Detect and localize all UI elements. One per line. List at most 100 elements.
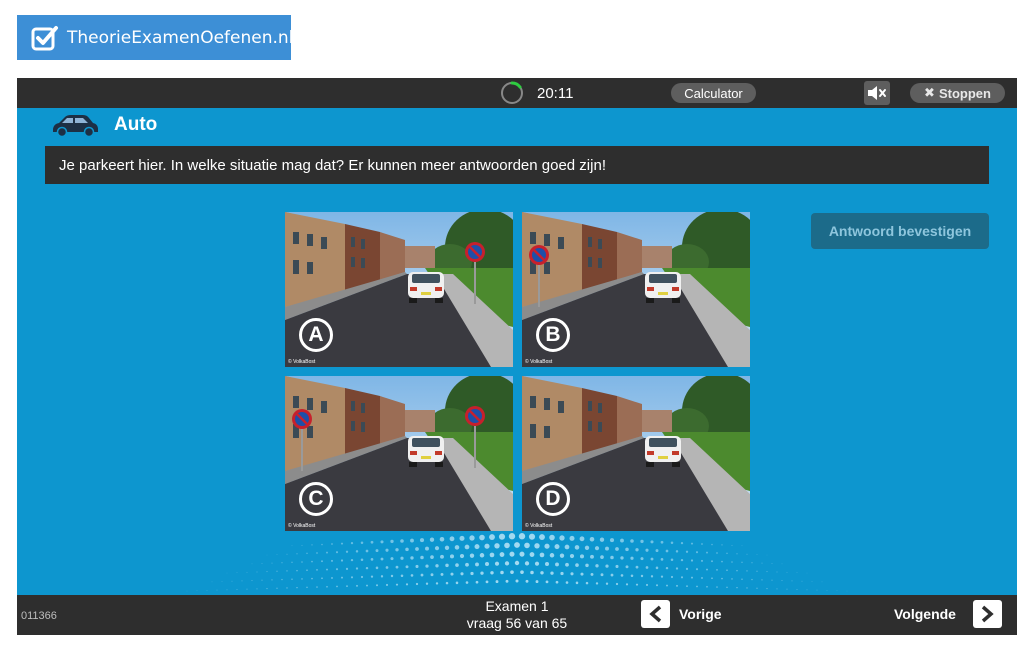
decorative-dot: [469, 535, 475, 541]
decorative-dot: [435, 564, 439, 568]
decorative-dot-pattern: [186, 533, 848, 592]
decorative-dot: [380, 557, 384, 561]
decorative-dot: [350, 542, 354, 545]
decorative-dot: [196, 590, 198, 592]
decorative-dot: [666, 584, 668, 587]
decorative-dot: [711, 577, 713, 580]
decorative-dot: [494, 561, 500, 566]
decorative-dot: [419, 538, 425, 543]
decorative-dot: [301, 544, 303, 546]
decorative-dot: [701, 577, 703, 579]
previous-button[interactable]: Vorige: [641, 600, 722, 628]
timer: 20:11: [537, 85, 574, 102]
decorative-dot: [590, 572, 594, 576]
decorative-dot: [691, 576, 693, 579]
decorative-dot: [321, 560, 323, 563]
decorative-dot: [355, 567, 359, 570]
decorative-dot: [311, 544, 313, 546]
decorative-dot: [605, 564, 609, 568]
decorative-dot: [226, 572, 228, 574]
decorative-dot: [465, 562, 469, 567]
decorative-dot: [721, 560, 723, 563]
decorative-dot: [706, 551, 708, 554]
decorative-dot: [569, 553, 575, 559]
answer-option-d[interactable]: D © VolkaBost: [522, 376, 750, 531]
decorative-dot: [286, 587, 288, 589]
decorative-dot: [500, 570, 504, 575]
decorative-dot: [741, 578, 743, 580]
decorative-dot: [306, 552, 308, 555]
decorative-dot: [475, 562, 479, 567]
decorative-dot: [301, 578, 303, 580]
decorative-dot: [355, 550, 359, 553]
decorative-dot: [660, 575, 664, 578]
decorative-dot: [420, 573, 424, 577]
decorative-dot: [534, 561, 540, 566]
decorative-dot: [564, 544, 570, 550]
decorative-dot: [600, 555, 604, 559]
category-header: Auto: [51, 112, 157, 138]
decorative-dot: [716, 586, 718, 588]
chevron-left-icon: [641, 600, 670, 628]
stop-button[interactable]: ✖ Stoppen: [910, 83, 1005, 103]
decorative-dot: [519, 551, 525, 557]
decorative-dot: [741, 561, 743, 564]
decorative-dot: [711, 560, 713, 563]
answer-option-c[interactable]: C © VolkaBost: [285, 376, 513, 531]
top-bar: 20:11 Calculator ✖ Stoppen: [17, 78, 1017, 108]
decorative-dot: [455, 581, 459, 585]
decorative-dot: [535, 580, 539, 584]
decorative-dot: [806, 589, 808, 591]
decorative-dot: [281, 578, 283, 581]
answer-option-b[interactable]: B © VolkaBost: [522, 212, 750, 367]
decorative-dot: [620, 556, 624, 560]
decorative-dot: [499, 552, 505, 557]
decorative-dot: [726, 586, 728, 589]
decorative-dot: [550, 571, 554, 575]
decorative-dot: [530, 570, 534, 575]
decorative-dot: [640, 557, 644, 561]
decorative-dot: [766, 571, 768, 573]
decorative-dot: [665, 566, 669, 570]
answer-option-a[interactable]: A © VolkaBost: [285, 212, 513, 367]
confirm-answer-button[interactable]: Antwoord bevestigen: [811, 213, 989, 249]
decorative-dot: [751, 578, 753, 581]
decorative-dot: [630, 574, 634, 577]
decorative-dot: [434, 546, 440, 551]
decorative-dot: [405, 547, 409, 552]
decorative-dot: [570, 572, 574, 576]
decorative-dot: [680, 558, 684, 562]
decorative-dot: [549, 534, 555, 541]
decorative-dot: [504, 561, 510, 566]
decorative-dot: [610, 573, 614, 577]
decorative-dot: [415, 564, 419, 568]
decorative-dot: [256, 571, 258, 573]
decorative-dot: [286, 553, 288, 555]
mute-button[interactable]: [864, 81, 890, 105]
decorative-dot: [696, 585, 698, 588]
decorative-dot: [231, 580, 233, 582]
decorative-dot: [340, 542, 344, 545]
decorative-dot: [640, 539, 644, 544]
decorative-dot: [761, 579, 763, 581]
decorative-dot: [836, 590, 838, 592]
car-icon: [53, 115, 98, 138]
decorative-dot: [316, 586, 318, 588]
decorative-dot: [346, 585, 348, 588]
decorative-dot: [296, 586, 298, 589]
decorative-dot: [251, 563, 253, 565]
decorative-dot: [266, 571, 268, 573]
site-logo[interactable]: TheorieExamenOefenen.nl: [17, 15, 293, 60]
question-text: Je parkeert hier. In welke situatie mag …: [45, 146, 989, 184]
decorative-dot: [650, 540, 654, 544]
stop-label: Stoppen: [938, 85, 991, 101]
decorative-dot: [439, 536, 445, 542]
decorative-dot: [635, 565, 639, 569]
calculator-button[interactable]: Calculator: [671, 83, 756, 103]
next-button[interactable]: Volgende: [894, 600, 1002, 628]
decorative-dot: [276, 554, 278, 555]
image-copyright: © VolkaBost: [288, 359, 316, 365]
chevron-right-icon: [972, 600, 1002, 628]
decorative-dot: [615, 564, 619, 568]
decorative-dot: [400, 574, 404, 577]
